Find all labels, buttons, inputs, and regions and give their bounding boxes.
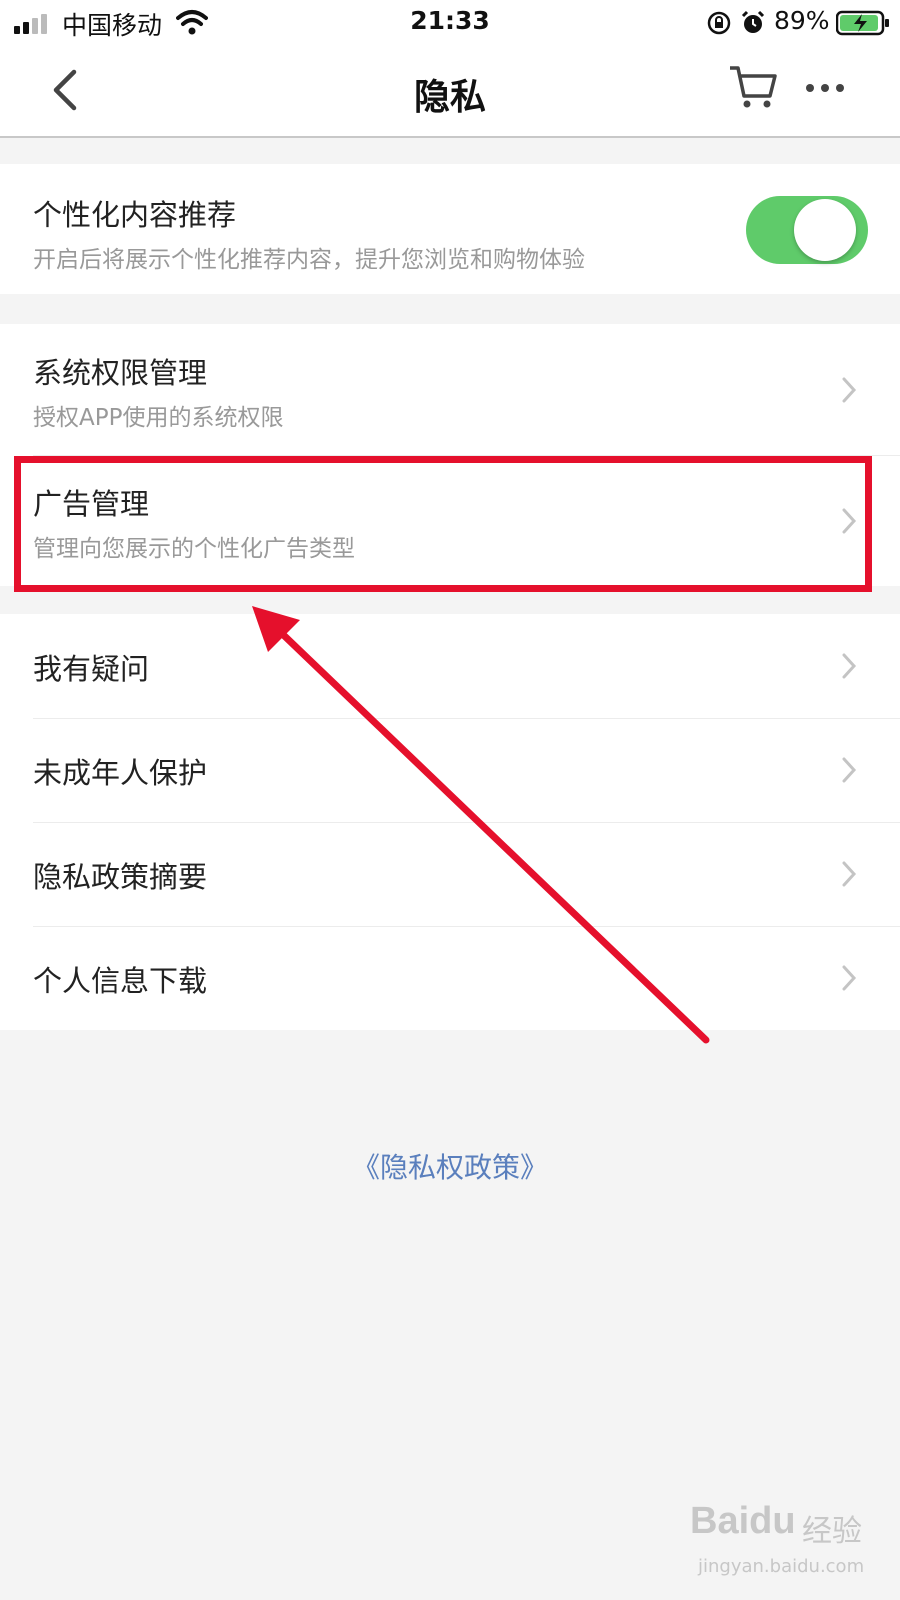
chevron-right-icon [842, 861, 857, 887]
personalized-row: 个性化内容推荐 开启后将展示个性化推荐内容，提升您浏览和购物体验 [0, 164, 900, 294]
chevron-right-icon [842, 965, 857, 991]
personalized-card: 个性化内容推荐 开启后将展示个性化推荐内容，提升您浏览和购物体验 [0, 164, 900, 294]
permission-card: 系统权限管理 授权APP使用的系统权限 广告管理 管理向您展示的个性化广告类型 [0, 324, 900, 586]
ad-management-row[interactable]: 广告管理 管理向您展示的个性化广告类型 [0, 455, 900, 586]
personalized-toggle[interactable] [746, 196, 868, 264]
personalized-title: 个性化内容推荐 [33, 198, 237, 232]
status-bar: 中国移动 21:33 89% [0, 0, 900, 48]
watermark: Baidu 经验 jingyan.baidu.com [690, 1500, 890, 1590]
system-permission-title: 系统权限管理 [33, 356, 208, 390]
menu-item-info-download[interactable]: 个人信息下载 [0, 926, 900, 1030]
ad-management-title: 广告管理 [33, 487, 150, 521]
toggle-knob [794, 199, 856, 261]
ad-management-subtitle: 管理向您展示的个性化广告类型 [33, 536, 355, 562]
battery-charging-icon [836, 10, 889, 36]
chevron-right-icon [842, 653, 857, 679]
battery-percent: 89% [774, 6, 830, 35]
nav-bar: 隐私 [0, 48, 900, 138]
menu-item-label: 个人信息下载 [33, 964, 208, 998]
privacy-policy-link[interactable]: 《隐私权政策》 [0, 1146, 900, 1186]
menu-item-label: 隐私政策摘要 [33, 860, 208, 894]
more-icon[interactable] [800, 68, 850, 108]
menu-item-label: 我有疑问 [33, 652, 150, 686]
alarm-icon [741, 10, 765, 33]
menu-item-policy-summary[interactable]: 隐私政策摘要 [0, 822, 900, 926]
system-permission-subtitle: 授权APP使用的系统权限 [33, 405, 284, 431]
watermark-logo: Baidu [690, 1500, 796, 1542]
menu-card: 我有疑问 未成年人保护 隐私政策摘要 个人信息下载 [0, 614, 900, 1030]
menu-item-minor-protection[interactable]: 未成年人保护 [0, 718, 900, 822]
system-permission-row[interactable]: 系统权限管理 授权APP使用的系统权限 [0, 324, 900, 455]
chevron-right-icon [842, 757, 857, 783]
rotation-lock-icon [707, 11, 731, 35]
chevron-right-icon [842, 508, 857, 534]
menu-item-questions[interactable]: 我有疑问 [0, 614, 900, 718]
watermark-text: 经验 [802, 1514, 862, 1549]
chevron-right-icon [842, 377, 857, 403]
menu-item-label: 未成年人保护 [33, 756, 208, 790]
cart-icon[interactable] [728, 62, 778, 112]
watermark-url: jingyan.baidu.com [698, 1556, 865, 1577]
personalized-description: 开启后将展示个性化推荐内容，提升您浏览和购物体验 [33, 247, 585, 273]
